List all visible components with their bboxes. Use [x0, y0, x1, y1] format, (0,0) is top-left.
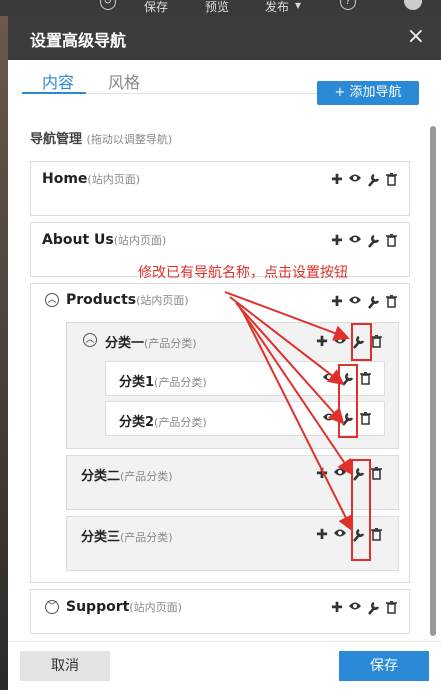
nav-item-actions: ✚ — [328, 233, 400, 249]
editor-toolbar: ↺ 保存 预览 发布 ▾ ? — [0, 0, 441, 16]
help-icon[interactable]: ? — [340, 0, 356, 10]
wrench-icon[interactable] — [364, 294, 382, 310]
plus-icon[interactable]: ✚ — [328, 233, 346, 249]
highlight-box — [351, 459, 371, 561]
modal-footer: 取消 保存 — [8, 641, 441, 690]
toolbar-save-button[interactable]: 保存 — [144, 0, 168, 15]
nav-item-label: Support(站内页面) — [66, 599, 182, 615]
wrench-icon[interactable] — [364, 233, 382, 249]
nav-item-category-3[interactable]: 分类三(产品分类) ✚ — [66, 516, 399, 571]
nav-item-actions: ✚ — [313, 527, 385, 543]
modal-title: 设置高级导航 — [30, 31, 127, 50]
eye-icon[interactable] — [346, 233, 364, 249]
section-hint: (拖动以调整导航) — [86, 133, 173, 146]
trash-icon[interactable] — [382, 294, 400, 310]
section-title: 导航管理 (拖动以调整导航) — [30, 128, 172, 147]
nav-item-label: 分类2(产品分类) — [119, 415, 207, 430]
eye-icon[interactable] — [320, 411, 338, 427]
tab-style[interactable]: 风格 — [108, 69, 140, 93]
nav-item-actions: ✚ — [328, 172, 400, 188]
trash-icon[interactable] — [382, 172, 400, 188]
nav-item-support[interactable]: ﹀ Support(站内页面) ✚ — [30, 589, 410, 634]
avatar[interactable] — [404, 0, 422, 10]
toolbar-publish-button[interactable]: 发布 — [265, 0, 289, 15]
chevron-down-icon[interactable]: ▾ — [295, 0, 301, 12]
save-button[interactable]: 保存 — [339, 651, 429, 681]
collapse-icon[interactable]: ︿ — [45, 293, 59, 307]
expand-icon[interactable]: ﹀ — [45, 600, 59, 614]
modal-header: 设置高级导航 × — [8, 16, 441, 60]
tab-content[interactable]: 内容 — [42, 69, 74, 93]
add-nav-button[interactable]: + 添加导航 — [317, 81, 419, 105]
eye-icon[interactable] — [320, 371, 338, 387]
plus-icon[interactable]: ✚ — [328, 172, 346, 188]
plus-icon[interactable]: ✚ — [328, 600, 346, 616]
eye-icon[interactable] — [346, 172, 364, 188]
eye-icon[interactable] — [346, 294, 364, 310]
nav-item-label: 分类二(产品分类) — [81, 469, 173, 484]
active-tab-indicator — [22, 92, 86, 94]
eye-icon[interactable] — [331, 527, 349, 543]
close-icon[interactable]: × — [407, 24, 425, 49]
highlight-box — [351, 323, 372, 361]
cancel-button[interactable]: 取消 — [20, 651, 110, 681]
nav-item-label: 分类1(产品分类) — [119, 375, 207, 390]
section-title-text: 导航管理 — [30, 132, 83, 147]
plus-icon[interactable]: ✚ — [313, 466, 331, 482]
plus-icon[interactable]: ✚ — [313, 334, 331, 350]
trash-icon[interactable] — [356, 411, 374, 427]
undo-icon[interactable]: ↺ — [100, 0, 116, 10]
toolbar-preview-button[interactable]: 预览 — [205, 0, 229, 15]
wrench-icon[interactable] — [364, 172, 382, 188]
plus-icon[interactable]: ✚ — [313, 527, 331, 543]
eye-icon[interactable] — [346, 600, 364, 616]
nav-item-label: About Us(站内页面) — [42, 232, 167, 248]
nav-item-category-2[interactable]: 分类二(产品分类) ✚ — [66, 455, 399, 510]
nav-item-actions: ✚ — [313, 334, 385, 350]
trash-icon[interactable] — [382, 600, 400, 616]
nav-item-label: Products(站内页面) — [66, 292, 189, 308]
collapse-icon[interactable]: ︿ — [83, 333, 97, 347]
advanced-nav-modal: 设置高级导航 × 内容 风格 + 添加导航 导航管理 (拖动以调整导航) Hom… — [8, 16, 441, 690]
nav-item-label: 分类三(产品分类) — [81, 530, 173, 545]
background-left — [0, 16, 8, 690]
eye-icon[interactable] — [331, 466, 349, 482]
trash-icon[interactable] — [356, 371, 374, 387]
nav-item-actions: ✚ — [313, 466, 385, 482]
scrollbar-thumb[interactable] — [430, 126, 436, 636]
wrench-icon[interactable] — [364, 600, 382, 616]
nav-item-actions: ✚ — [328, 294, 400, 310]
eye-icon[interactable] — [331, 334, 349, 350]
nav-item-label: 分类一(产品分类) — [105, 336, 197, 351]
nav-item-label: Home(站内页面) — [42, 171, 141, 187]
highlight-box — [338, 364, 358, 438]
plus-icon[interactable]: ✚ — [328, 294, 346, 310]
trash-icon[interactable] — [382, 233, 400, 249]
nav-item-actions: ✚ — [328, 600, 400, 616]
instruction-annotation: 修改已有导航名称，点击设置按钮 — [138, 265, 348, 281]
nav-item-home[interactable]: Home(站内页面) ✚ — [30, 161, 410, 216]
